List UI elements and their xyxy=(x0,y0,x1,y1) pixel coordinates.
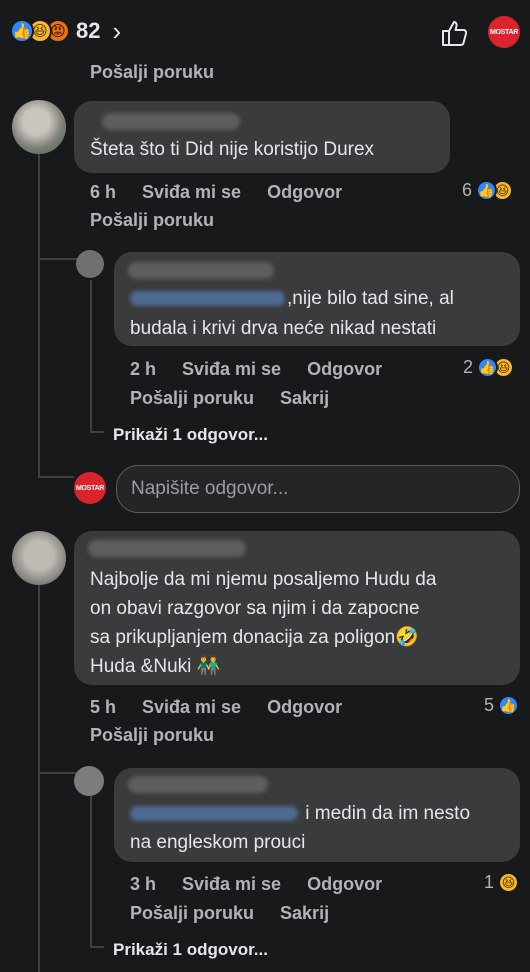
comment-text-line: Huda &Nuki 👬 xyxy=(90,656,221,677)
reply-text-line: ,nije bilo tad sine, al xyxy=(130,284,454,314)
thread-line xyxy=(38,152,40,477)
reply-text-line: i medin da im nesto xyxy=(130,799,470,829)
timestamp[interactable]: 3 h xyxy=(130,874,156,895)
reply-actions: 3 h Sviđa mi se Odgovor xyxy=(130,874,382,895)
like-icon: 👍 xyxy=(476,180,498,201)
comment-text: Šteta što ti Did nije koristijo Durex xyxy=(90,139,375,160)
reply-secondary-actions: Pošalji poruku Sakrij xyxy=(130,388,329,409)
view-more-replies[interactable]: Prikaži 1 odgovor... xyxy=(113,940,268,960)
hide-link[interactable]: Sakrij xyxy=(280,903,329,924)
reply-link[interactable]: Odgovor xyxy=(307,874,382,895)
like-button-icon[interactable] xyxy=(440,18,470,48)
haha-icon: 😆 xyxy=(498,872,520,893)
author-name[interactable] xyxy=(88,540,246,557)
comment-reactions[interactable]: 6 👍 😆 xyxy=(462,180,514,201)
hide-link[interactable]: Sakrij xyxy=(280,388,329,409)
reactions-header: 👍 😆 😡 82 › MOSTAR xyxy=(0,0,530,64)
send-message-link[interactable]: Pošalji poruku xyxy=(90,210,214,231)
avatar[interactable] xyxy=(12,100,66,154)
view-more-replies[interactable]: Prikaži 1 odgovor... xyxy=(113,425,268,445)
send-message-link[interactable]: Pošalji poruku xyxy=(90,725,214,746)
comment-bubble: Najbolje da mi njemu posaljemo Hudu da o… xyxy=(74,531,520,685)
reply-reactions[interactable]: 2 👍 😆 xyxy=(463,357,515,378)
comment-actions: 5 h Sviđa mi se Odgovor xyxy=(90,697,342,718)
like-link[interactable]: Sviđa mi se xyxy=(182,874,281,895)
send-message-link[interactable]: Pošalji poruku xyxy=(130,388,254,409)
send-message-link[interactable]: Pošalji poruku xyxy=(90,62,214,83)
comment-text-line: Najbolje da mi njemu posaljemo Hudu da xyxy=(90,569,437,590)
like-link[interactable]: Sviđa mi se xyxy=(142,182,241,203)
avatar[interactable] xyxy=(74,766,104,796)
reply-secondary-actions: Pošalji poruku Sakrij xyxy=(130,903,329,924)
timestamp[interactable]: 6 h xyxy=(90,182,116,203)
tagged-user[interactable] xyxy=(130,806,298,822)
reactions-summary[interactable]: 👍 😆 😡 82 › xyxy=(10,18,121,44)
thread-branch xyxy=(38,772,78,774)
timestamp[interactable]: 5 h xyxy=(90,697,116,718)
reply-text: budala i krivi drva neće nikad nestati xyxy=(130,318,437,339)
reply-text: na engleskom prouci xyxy=(130,832,306,853)
reply-input[interactable]: Napišite odgovor... xyxy=(116,465,520,513)
thread-branch xyxy=(90,946,104,948)
brand-logo-text: MOSTAR xyxy=(75,484,104,492)
tagged-user[interactable] xyxy=(130,291,285,307)
like-icon: 👍 xyxy=(10,19,34,43)
comment-text-line: sa prikupljanjem donacija za poligon🤣 xyxy=(90,627,419,648)
reaction-count: 6 xyxy=(462,180,473,200)
author-name[interactable] xyxy=(102,113,240,130)
thread-branch xyxy=(90,431,104,433)
comment-actions: 6 h Sviđa mi se Odgovor xyxy=(90,182,342,203)
like-link[interactable]: Sviđa mi se xyxy=(182,359,281,380)
page-avatar[interactable]: MOSTAR xyxy=(488,16,520,48)
like-link[interactable]: Sviđa mi se xyxy=(142,697,241,718)
reply-bubble: ,nije bilo tad sine, al budala i krivi d… xyxy=(114,252,520,346)
reply-link[interactable]: Odgovor xyxy=(267,182,342,203)
thread-branch xyxy=(38,476,74,478)
comment-bubble: Šteta što ti Did nije koristijo Durex xyxy=(74,101,450,173)
thread-line xyxy=(90,795,92,947)
input-placeholder: Napišite odgovor... xyxy=(131,478,289,499)
chevron-right-icon[interactable]: › xyxy=(112,18,121,44)
reply-actions: 2 h Sviđa mi se Odgovor xyxy=(130,359,382,380)
comment-text-line: on obavi razgovor sa njim i da zapocne xyxy=(90,598,420,619)
author-name[interactable] xyxy=(128,776,268,793)
brand-logo-text: MOSTAR xyxy=(489,28,518,36)
thread-line xyxy=(90,280,92,432)
send-message-link[interactable]: Pošalji poruku xyxy=(130,903,254,924)
reply-reactions[interactable]: 1 😆 xyxy=(484,872,520,893)
reply-bubble: i medin da im nesto na engleskom prouci xyxy=(114,768,520,862)
reply-text: i medin da im nesto xyxy=(300,803,471,824)
like-icon: 👍 xyxy=(498,695,520,716)
reaction-count: 5 xyxy=(484,695,495,715)
timestamp[interactable]: 2 h xyxy=(130,359,156,380)
reaction-count: 82 xyxy=(76,18,101,43)
page-avatar: MOSTAR xyxy=(74,472,106,504)
like-icon: 👍 xyxy=(477,357,499,378)
comment-reactions[interactable]: 5 👍 xyxy=(484,695,520,716)
thread-branch xyxy=(38,258,82,260)
avatar[interactable] xyxy=(76,250,104,278)
reply-link[interactable]: Odgovor xyxy=(267,697,342,718)
author-name[interactable] xyxy=(128,262,274,279)
reaction-count: 2 xyxy=(463,357,474,377)
reply-link[interactable]: Odgovor xyxy=(307,359,382,380)
reply-text: ,nije bilo tad sine, al xyxy=(287,288,454,309)
avatar[interactable] xyxy=(12,531,66,585)
thread-line xyxy=(38,580,40,972)
reaction-count: 1 xyxy=(484,872,495,892)
